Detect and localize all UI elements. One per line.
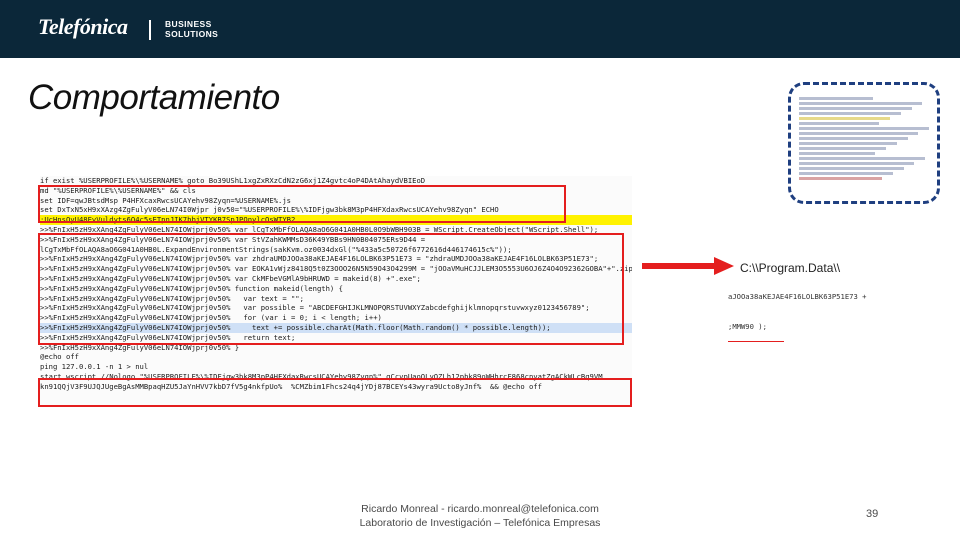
logo-subtitle-line1: BUSINESS <box>165 19 212 29</box>
thumbnail-line <box>799 172 893 175</box>
code-line: @echo off <box>40 352 79 362</box>
code-thumbnail <box>799 97 933 189</box>
thumbnail-line <box>799 167 904 170</box>
thumbnail-line <box>799 147 887 150</box>
underline-red <box>728 341 784 342</box>
code-line: aJOOa38aKEJAE4F16LOLBK63P51E73 + <box>728 292 867 301</box>
slide-title: Comportamiento <box>28 78 280 117</box>
thumbnail-line <box>799 162 915 165</box>
red-arrow-icon <box>642 257 734 275</box>
thumbnail-line <box>799 97 873 100</box>
header-bar: Telefónica BUSINESS SOLUTIONS <box>0 0 960 58</box>
thumbnail-line <box>799 152 876 155</box>
thumbnail-line <box>799 117 891 120</box>
thumbnail-line <box>799 177 883 180</box>
thumbnail-line <box>799 127 929 130</box>
thumbnail-line <box>799 137 908 140</box>
code-line: ping 127.0.0.1 -n 1 > nul <box>40 362 149 372</box>
code-screenshot-continuation: aJOOa38aKEJAE4F16LOLBK63P51E73 + ;MMW90 … <box>728 292 928 332</box>
highlight-box-script <box>38 233 624 345</box>
highlight-box-launch <box>38 378 632 407</box>
code-thumbnail-frame <box>788 82 940 204</box>
page-number: 39 <box>866 508 879 520</box>
program-data-path: C:\\Program.Data\\ <box>740 261 841 275</box>
thumbnail-line <box>799 102 923 105</box>
thumbnail-line <box>799 157 925 160</box>
logo-subtitle: BUSINESS SOLUTIONS <box>165 19 218 39</box>
thumbnail-line <box>799 107 912 110</box>
thumbnail-line <box>799 132 919 135</box>
thumbnail-line <box>799 142 897 145</box>
footer-author: Ricardo Monreal - ricardo.monreal@telefo… <box>361 503 599 515</box>
logo-divider <box>149 20 151 40</box>
thumbnail-line <box>799 112 901 115</box>
logo-subtitle-line2: SOLUTIONS <box>165 29 219 39</box>
footer: Ricardo Monreal - ricardo.monreal@telefo… <box>290 502 670 530</box>
thumbnail-line <box>799 122 880 125</box>
footer-lab: Laboratorio de Investigación – Telefónic… <box>359 517 601 529</box>
telefonica-logo: Telefónica <box>38 14 128 39</box>
code-line: ;MMW90 ); <box>728 322 767 331</box>
highlight-box-setup <box>38 185 566 223</box>
